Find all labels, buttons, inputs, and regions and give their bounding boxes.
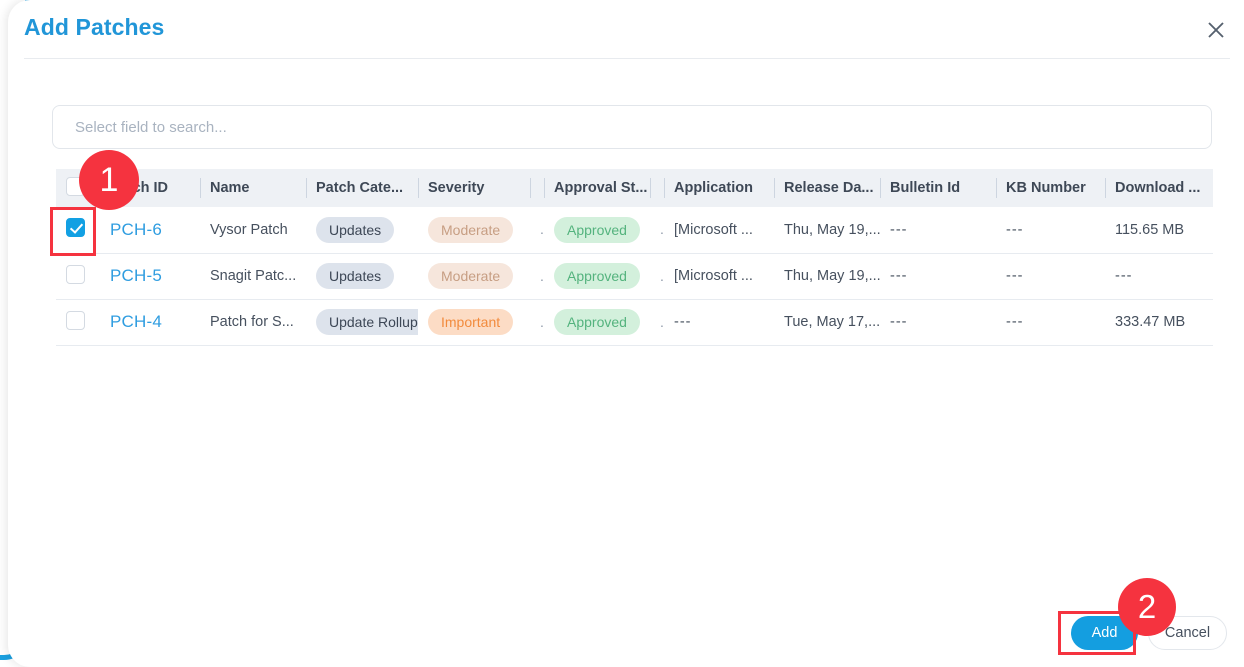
cell-severity-overflow: .	[530, 299, 544, 346]
cell-severity: Moderate	[418, 207, 530, 254]
severity-badge: Moderate	[428, 262, 514, 290]
severity-overflow-dots: .	[540, 314, 544, 330]
cell-kb-number: ---	[996, 299, 1105, 346]
column-header-kb-number[interactable]: KB Number	[996, 169, 1105, 207]
severity-badge: Moderate	[428, 216, 514, 243]
patch-category-badge: Updates	[316, 216, 395, 243]
severity-overflow-dots: ..	[540, 268, 544, 284]
table-row[interactable]: PCH-6 Vysor Patch Updates Moderate .. Ap…	[56, 207, 1213, 254]
cell-name: Patch for S...	[200, 299, 306, 346]
cell-patch-id: PCH-4	[100, 299, 200, 346]
cell-download-size: 333.47 MB	[1105, 299, 1213, 346]
table-row[interactable]: PCH-4 Patch for S... Update Rollup Impor…	[56, 299, 1213, 346]
cell-patch-id: PCH-5	[100, 253, 200, 300]
cell-severity: Moderate	[418, 253, 530, 300]
row-select-cell	[56, 299, 100, 346]
cell-name: Vysor Patch	[200, 207, 306, 254]
cancel-button[interactable]: Cancel	[1148, 616, 1227, 650]
close-icon[interactable]	[1202, 16, 1230, 44]
row-select-cell	[56, 253, 100, 300]
cell-release-date: Thu, May 19,...	[774, 253, 880, 300]
row-checkbox[interactable]	[66, 310, 85, 330]
patches-table: Patch ID Name Patch Cate... Severity App…	[56, 169, 1213, 346]
patch-id-link[interactable]: PCH-5	[110, 266, 162, 285]
cell-approval-overflow: ..	[650, 253, 664, 300]
column-header-severity-overflow	[530, 169, 544, 207]
page-title: Add Patches	[24, 14, 165, 40]
header-divider	[24, 58, 1230, 59]
cell-release-date: Tue, May 17,...	[774, 299, 880, 346]
cell-severity-overflow: ..	[530, 207, 544, 254]
cell-bulletin-id: ---	[880, 207, 996, 254]
table-row[interactable]: PCH-5 Snagit Patc... Updates Moderate ..…	[56, 253, 1213, 300]
patch-category-badge: Update Rollup	[316, 308, 418, 336]
patch-id-link[interactable]: PCH-4	[110, 312, 162, 331]
table-header-row: Patch ID Name Patch Cate... Severity App…	[56, 169, 1213, 207]
cell-severity: Important	[418, 299, 530, 346]
cell-patch-category: Update Rollup	[306, 299, 418, 346]
column-header-release-date[interactable]: Release Da...	[774, 169, 880, 207]
cell-patch-category: Updates	[306, 253, 418, 300]
cell-application: ---	[664, 299, 774, 346]
approval-overflow-dots: ..	[660, 268, 664, 284]
select-all-checkbox[interactable]	[66, 176, 85, 196]
cell-approval-overflow: ..	[650, 299, 664, 346]
cell-severity-overflow: ..	[530, 253, 544, 300]
cell-name: Snagit Patc...	[200, 253, 306, 300]
column-header-patch-category[interactable]: Patch Cate...	[306, 169, 418, 207]
column-header-download-size[interactable]: Download ...	[1105, 169, 1213, 207]
patch-category-badge: Updates	[316, 262, 395, 290]
cell-bulletin-id: ---	[880, 299, 996, 346]
column-header-bulletin-id[interactable]: Bulletin Id	[880, 169, 996, 207]
column-header-name[interactable]: Name	[200, 169, 306, 207]
patch-id-link[interactable]: PCH-6	[110, 220, 162, 239]
column-header-approval-status[interactable]: Approval St...	[544, 169, 650, 207]
cell-approval-status: Approved	[544, 207, 650, 254]
row-checkbox[interactable]	[66, 264, 85, 284]
severity-overflow-dots: ..	[540, 221, 544, 237]
cell-approval-status: Approved	[544, 299, 650, 346]
approval-overflow-dots: ..	[660, 314, 664, 330]
column-header-patch-id[interactable]: Patch ID	[100, 169, 200, 207]
cell-patch-id: PCH-6	[100, 207, 200, 254]
cell-patch-category: Updates	[306, 207, 418, 254]
cell-kb-number: ---	[996, 207, 1105, 254]
cell-application: [Microsoft ...	[664, 253, 774, 300]
cell-approval-overflow: ..	[650, 207, 664, 254]
search-field[interactable]	[52, 105, 1212, 149]
row-select-cell	[56, 207, 100, 254]
cell-approval-status: Approved	[544, 253, 650, 300]
cell-download-size: ---	[1105, 253, 1213, 300]
add-button[interactable]: Add	[1071, 616, 1138, 650]
column-header-severity[interactable]: Severity	[418, 169, 530, 207]
column-header-select	[56, 169, 100, 207]
severity-badge: Important	[428, 308, 514, 336]
cell-application: [Microsoft ...	[664, 207, 774, 254]
approval-status-badge: Approved	[554, 262, 640, 290]
row-checkbox[interactable]	[66, 218, 85, 238]
column-header-application[interactable]: Application	[664, 169, 774, 207]
cell-release-date: Thu, May 19,...	[774, 207, 880, 254]
approval-status-badge: Approved	[554, 308, 640, 336]
cell-kb-number: ---	[996, 253, 1105, 300]
search-input[interactable]	[73, 117, 1159, 137]
cell-bulletin-id: ---	[880, 253, 996, 300]
approval-overflow-dots: ..	[660, 221, 664, 237]
cell-download-size: 115.65 MB	[1105, 207, 1213, 254]
dialog-header: Add Patches	[8, 0, 1244, 59]
column-header-approval-overflow	[650, 169, 664, 207]
add-patches-dialog: Add Patches Patch ID Name Patch Cate...	[8, 0, 1244, 667]
approval-status-badge: Approved	[554, 216, 640, 243]
